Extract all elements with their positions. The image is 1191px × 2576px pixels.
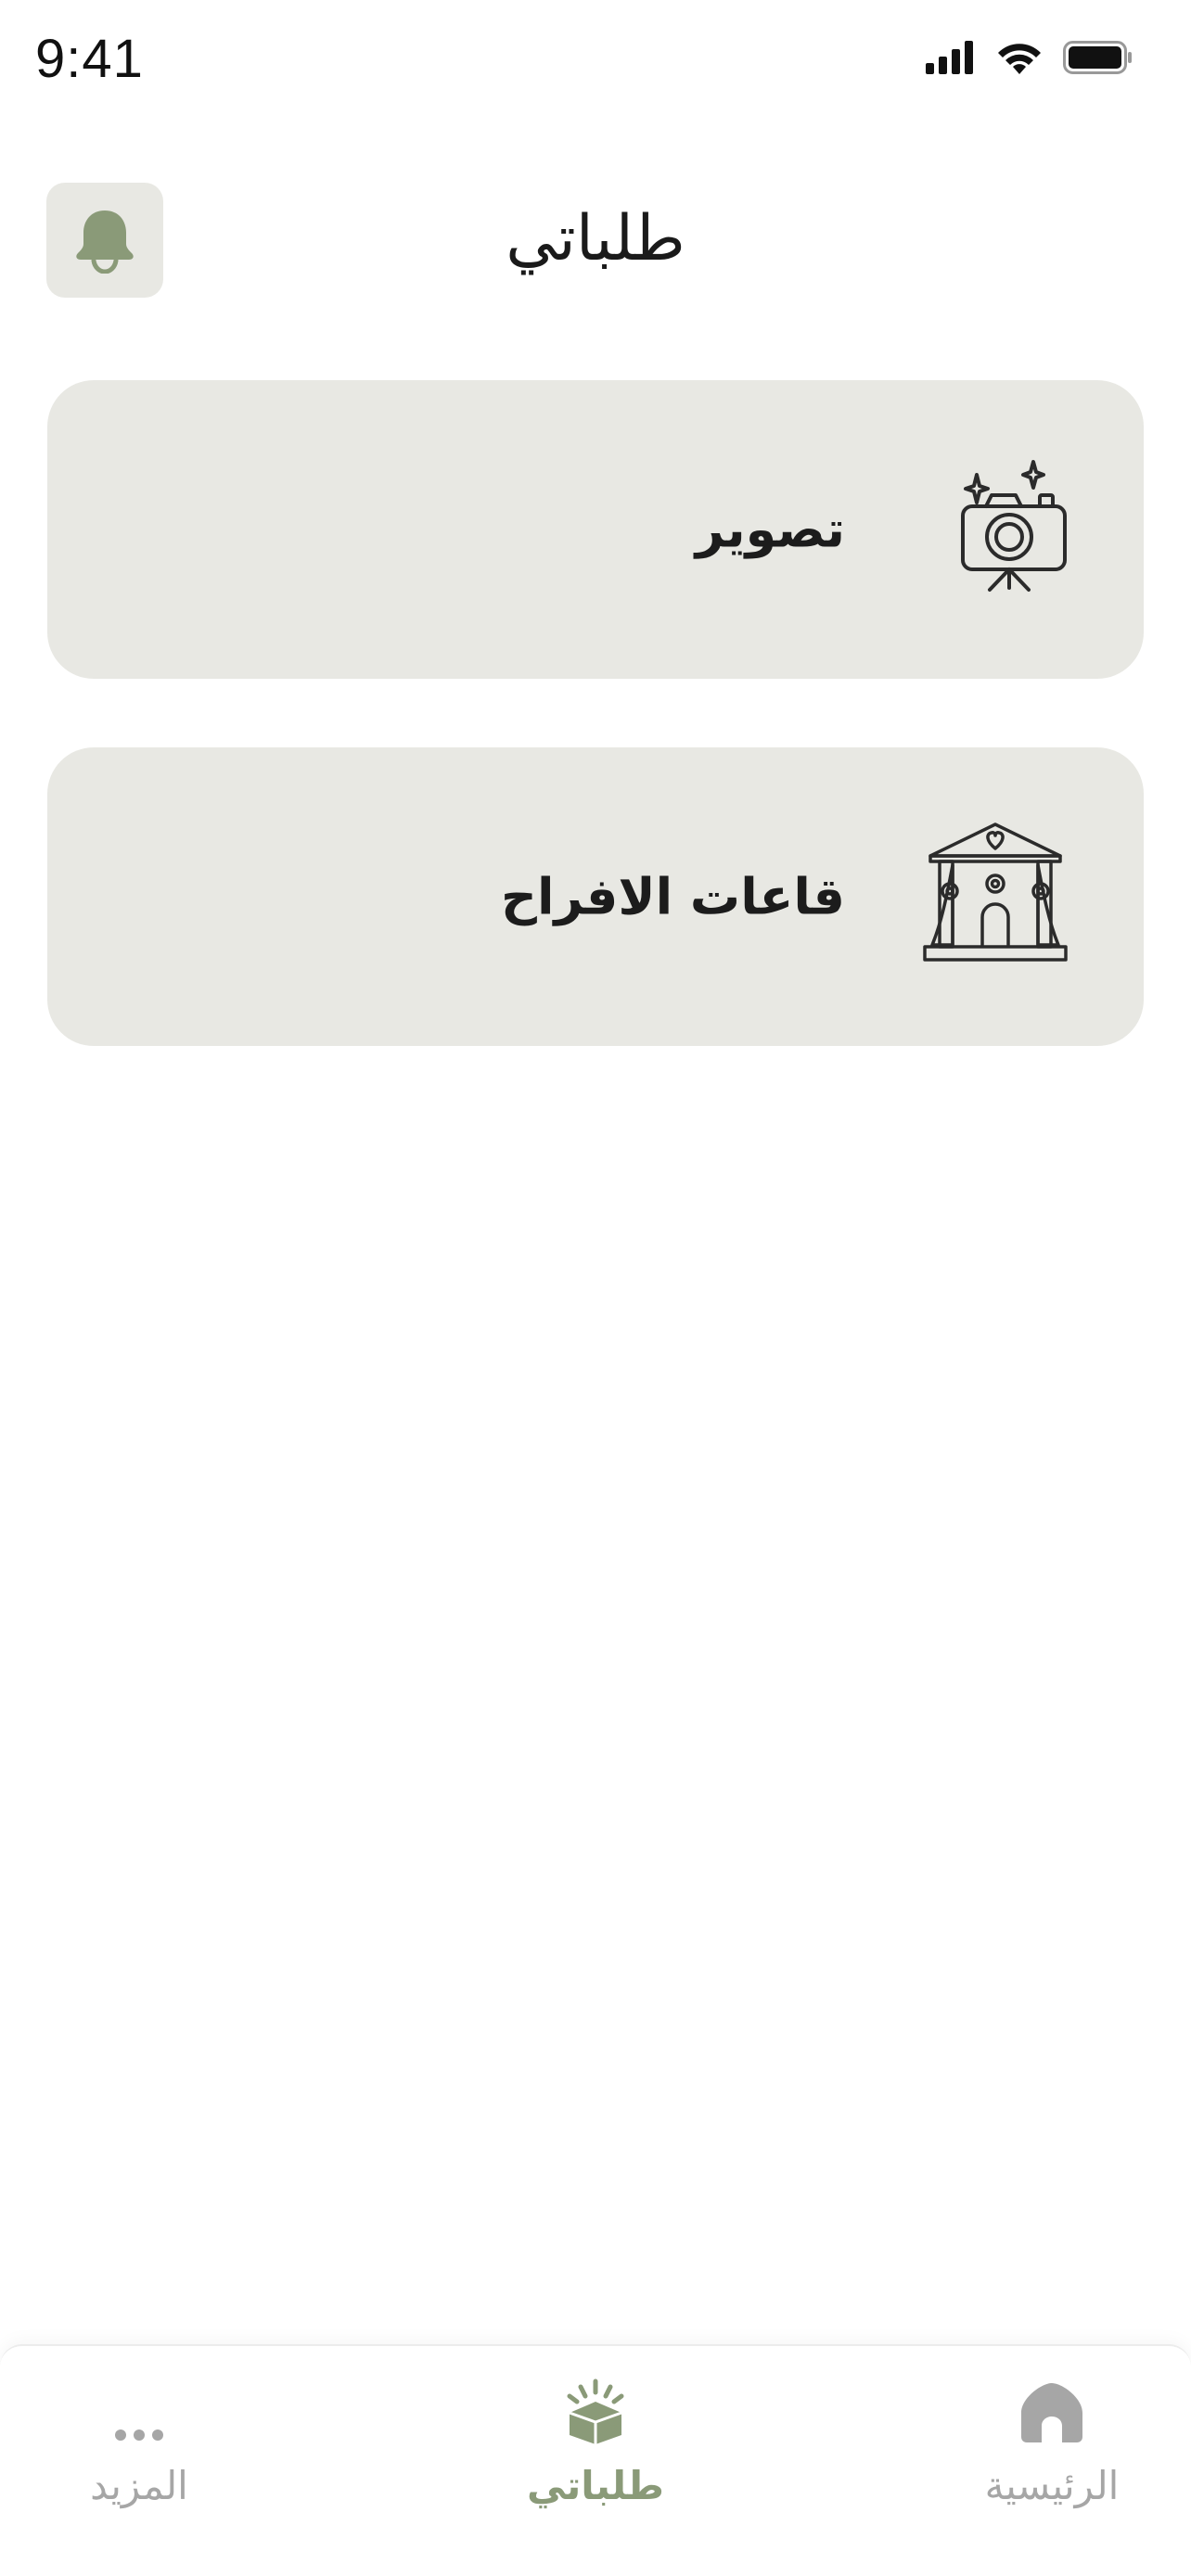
category-label: تصوير <box>695 500 845 559</box>
category-label: قاعات الافراح <box>501 867 845 926</box>
tab-home[interactable]: الرئيسية <box>913 2346 1191 2541</box>
category-card-photography[interactable]: تصوير <box>47 380 1144 679</box>
camera-icon <box>949 458 1069 601</box>
wedding-hall-icon <box>921 821 1069 973</box>
status-icons <box>926 37 1133 78</box>
status-bar: 9:41 <box>0 0 1191 121</box>
category-card-wedding-halls[interactable]: قاعات الافراح <box>47 747 1144 1046</box>
tab-label: المزيد <box>90 2463 188 2508</box>
cellular-signal-icon <box>926 41 973 74</box>
battery-icon <box>1063 41 1132 74</box>
status-time: 9:41 <box>35 29 144 89</box>
tab-label: الرئيسية <box>984 2463 1120 2508</box>
header: طلباتي <box>0 176 1191 306</box>
wifi-icon <box>998 44 1041 74</box>
home-icon <box>1019 2346 1084 2448</box>
tab-label: طلباتي <box>527 2463 664 2508</box>
tab-more[interactable]: المزيد <box>0 2346 278 2541</box>
more-dots-icon <box>113 2346 165 2448</box>
tab-orders[interactable]: طلباتي <box>456 2346 735 2541</box>
orders-box-icon <box>564 2346 627 2448</box>
bottom-tab-bar: المزيد طلباتي الرئيسية <box>0 2344 1191 2576</box>
page-title: طلباتي <box>506 202 685 275</box>
